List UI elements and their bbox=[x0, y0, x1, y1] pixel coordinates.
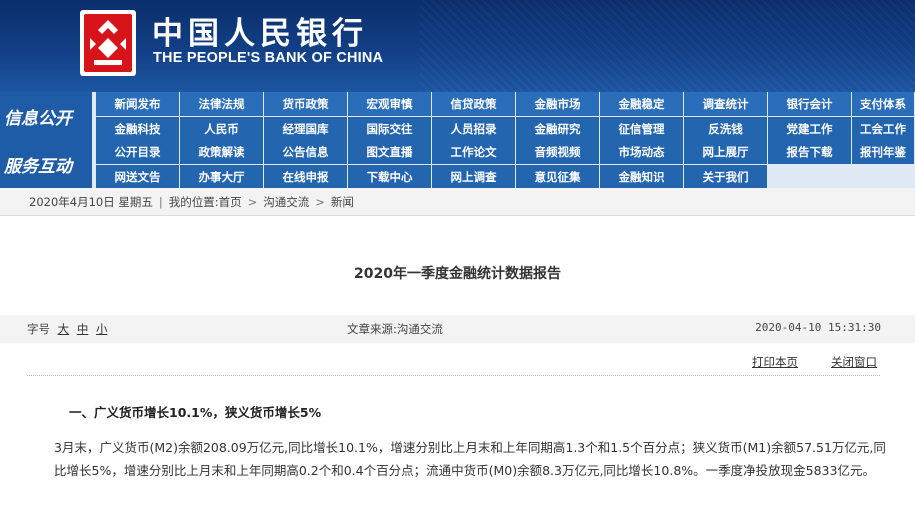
nav-item[interactable]: 宏观审慎 bbox=[348, 92, 432, 116]
nav-item[interactable]: 公开目录 bbox=[96, 140, 180, 164]
nav-group-label[interactable]: 服务互动 bbox=[0, 140, 92, 188]
nav-item[interactable]: 党建工作 bbox=[768, 117, 852, 141]
nav-item[interactable]: 经理国库 bbox=[264, 117, 348, 141]
nav-item[interactable]: 货币政策 bbox=[264, 92, 348, 116]
nav-item[interactable]: 征信管理 bbox=[600, 117, 684, 141]
header-pattern bbox=[420, 0, 915, 92]
nav-item[interactable]: 金融稳定 bbox=[600, 92, 684, 116]
section-heading: 一、广义货币增长10.1%，狭义货币增长5% bbox=[69, 405, 322, 420]
font-size-large-link[interactable]: 大 bbox=[58, 322, 70, 336]
nav-item[interactable]: 图文直播 bbox=[348, 140, 432, 164]
font-size-medium-link[interactable]: 中 bbox=[77, 322, 89, 336]
nav-item[interactable]: 政策解读 bbox=[180, 140, 264, 164]
main-nav: 信息公开 新闻发布 法律法规 货币政策 宏观审慎 信贷政策 金融市场 金融稳定 … bbox=[0, 92, 915, 189]
nav-item[interactable]: 网送文告 bbox=[96, 165, 180, 189]
site-title-cn: 中国人民银行 bbox=[152, 16, 368, 52]
location-label: 我的位置: bbox=[168, 194, 219, 209]
print-page-link[interactable]: 打印本页 bbox=[752, 354, 798, 370]
nav-item[interactable]: 关于我们 bbox=[684, 165, 768, 189]
breadcrumb-section-link[interactable]: 沟通交流 bbox=[263, 194, 309, 210]
nav-item[interactable]: 网上展厅 bbox=[684, 140, 768, 164]
nav-item[interactable]: 公告信息 bbox=[264, 140, 348, 164]
nav-item[interactable]: 人民币 bbox=[180, 117, 264, 141]
breadcrumb-home-link[interactable]: 首页 bbox=[219, 194, 242, 210]
nav-item[interactable]: 意见征集 bbox=[516, 165, 600, 189]
article-source: 文章来源:沟通交流 bbox=[347, 322, 443, 336]
article-meta-bar: 字号 大 中 小 文章来源:沟通交流 2020-04-10 15:31:30 bbox=[0, 315, 915, 343]
nav-item[interactable]: 国际交往 bbox=[348, 117, 432, 141]
pboc-logo-icon[interactable] bbox=[74, 8, 142, 78]
breadcrumb-separator: | bbox=[158, 194, 163, 209]
nav-item[interactable]: 反洗钱 bbox=[684, 117, 768, 141]
article-datetime: 2020-04-10 15:31:30 bbox=[755, 321, 881, 334]
nav-item[interactable]: 金融市场 bbox=[516, 92, 600, 116]
nav-item[interactable]: 音频视频 bbox=[516, 140, 600, 164]
nav-item[interactable]: 下载中心 bbox=[348, 165, 432, 189]
breadcrumb-current-link[interactable]: 新闻 bbox=[331, 194, 354, 210]
nav-item[interactable]: 报告下载 bbox=[768, 140, 852, 164]
article-title: 2020年一季度金融统计数据报告 bbox=[354, 266, 561, 282]
nav-item[interactable]: 信贷政策 bbox=[432, 92, 516, 116]
breadcrumb-arrow: > bbox=[247, 194, 258, 209]
nav-row: 金融科技 人民币 经理国库 国际交往 人员招录 金融研究 征信管理 反洗钱 党建… bbox=[96, 117, 915, 141]
font-size-label: 字号 bbox=[27, 322, 50, 336]
close-window-link[interactable]: 关闭窗口 bbox=[831, 354, 877, 370]
breadcrumb-arrow: > bbox=[315, 194, 325, 209]
nav-item[interactable]: 办事大厅 bbox=[180, 165, 264, 189]
nav-row: 新闻发布 法律法规 货币政策 宏观审慎 信贷政策 金融市场 金融稳定 调查统计 … bbox=[96, 92, 915, 117]
nav-item[interactable]: 人员招录 bbox=[432, 117, 516, 141]
divider bbox=[27, 375, 880, 376]
nav-item[interactable]: 网上调查 bbox=[432, 165, 516, 189]
nav-group-service: 服务互动 公开目录 政策解读 公告信息 图文直播 工作论文 音频视频 市场动态 … bbox=[0, 140, 915, 189]
article-paragraph: 3月末，广义货币(M2)余额208.09万亿元,同比增长10.1%，增速分别比上… bbox=[54, 440, 886, 478]
nav-group-info: 信息公开 新闻发布 法律法规 货币政策 宏观审慎 信贷政策 金融市场 金融稳定 … bbox=[0, 92, 915, 141]
current-date: 2020年4月10日 星期五 bbox=[29, 194, 153, 209]
nav-item[interactable]: 支付体系 bbox=[852, 92, 915, 116]
nav-item[interactable]: 工会工作 bbox=[852, 117, 915, 141]
nav-item[interactable]: 报刊年鉴 bbox=[852, 140, 915, 164]
site-title-en: THE PEOPLE'S BANK OF CHINA bbox=[153, 50, 384, 66]
breadcrumb: 2020年4月10日 星期五 | 我的位置: 首页 > 沟通交流 > 新闻 bbox=[0, 188, 915, 216]
nav-item[interactable]: 市场动态 bbox=[600, 140, 684, 164]
nav-row: 网送文告 办事大厅 在线申报 下载中心 网上调查 意见征集 金融知识 关于我们 bbox=[96, 165, 768, 189]
nav-item[interactable]: 金融研究 bbox=[516, 117, 600, 141]
font-size-small-link[interactable]: 小 bbox=[96, 322, 108, 336]
nav-item[interactable]: 在线申报 bbox=[264, 165, 348, 189]
nav-row: 公开目录 政策解读 公告信息 图文直播 工作论文 音频视频 市场动态 网上展厅 … bbox=[96, 140, 915, 165]
font-size-switcher: 字号 大 中 小 bbox=[27, 321, 107, 337]
nav-item[interactable]: 法律法规 bbox=[180, 92, 264, 116]
nav-group-label[interactable]: 信息公开 bbox=[0, 92, 92, 140]
nav-item[interactable]: 金融科技 bbox=[96, 117, 180, 141]
nav-item[interactable]: 新闻发布 bbox=[96, 92, 180, 116]
nav-item[interactable]: 工作论文 bbox=[432, 140, 516, 164]
nav-item[interactable]: 金融知识 bbox=[600, 165, 684, 189]
nav-item[interactable]: 调查统计 bbox=[684, 92, 768, 116]
site-header: 中国人民银行 THE PEOPLE'S BANK OF CHINA bbox=[0, 0, 915, 92]
nav-item[interactable]: 银行会计 bbox=[768, 92, 852, 116]
